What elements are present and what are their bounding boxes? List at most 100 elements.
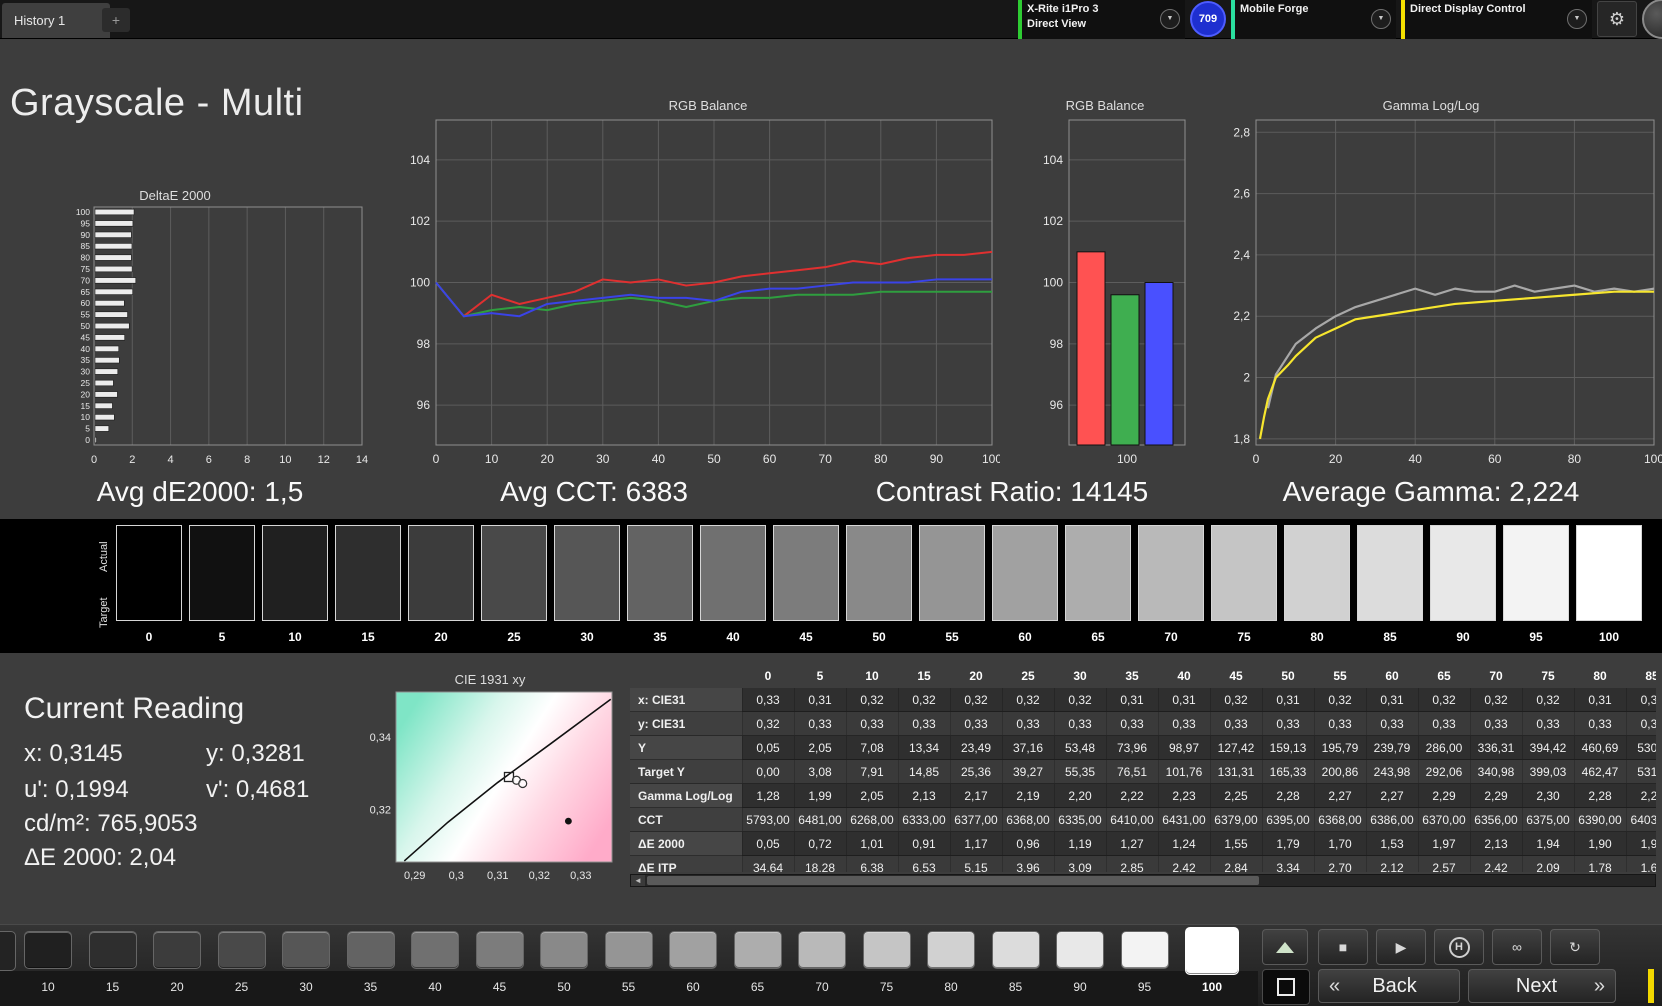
meter-select-button[interactable]: X-Rite i1Pro 3 Direct View ▼ bbox=[1018, 0, 1185, 39]
table-cell: 2,42 bbox=[1470, 856, 1522, 873]
table-cell: 0,31 bbox=[1158, 688, 1210, 712]
grayscale-swatch-95 bbox=[1503, 525, 1569, 621]
level-chip-65[interactable] bbox=[734, 931, 782, 969]
scrollbar-thumb[interactable] bbox=[647, 876, 1259, 885]
level-chip-85[interactable] bbox=[992, 931, 1040, 969]
table-row[interactable]: y: CIE310,320,330,330,330,330,330,330,33… bbox=[630, 712, 1656, 736]
table-cell: 6375,00 bbox=[1522, 808, 1574, 832]
grayscale-swatch-label: 100 bbox=[1599, 630, 1619, 644]
deltae-2000-chart: 0246810121405101520253035404550556065707… bbox=[58, 200, 370, 480]
settings-button[interactable]: ⚙ bbox=[1597, 1, 1637, 37]
level-chip-70[interactable] bbox=[798, 931, 846, 969]
level-chip-35[interactable] bbox=[347, 931, 395, 969]
level-chip-clipped[interactable] bbox=[0, 931, 16, 971]
add-tab-button[interactable]: + bbox=[102, 8, 130, 32]
table-cell: 1,17 bbox=[950, 832, 1002, 856]
table-row[interactable]: CCT5793,006481,006268,006333,006377,0063… bbox=[630, 808, 1656, 832]
table-row[interactable]: Y0,052,057,0813,3423,4937,1653,4873,9698… bbox=[630, 736, 1656, 760]
table-cell: 25,36 bbox=[950, 760, 1002, 784]
pattern-window-button[interactable] bbox=[1262, 969, 1310, 1005]
table-cell: 0,33 bbox=[1262, 712, 1314, 736]
strip-row-label-actual: Actual bbox=[98, 531, 112, 583]
svg-text:12: 12 bbox=[318, 454, 330, 466]
svg-text:80: 80 bbox=[874, 452, 888, 466]
back-button[interactable]: « Back bbox=[1318, 969, 1460, 1003]
table-cell: 0,31 bbox=[1262, 688, 1314, 712]
table-cell: 1,90 bbox=[1574, 832, 1626, 856]
table-cell: 0,31 bbox=[794, 688, 846, 712]
grayscale-swatch-100 bbox=[1576, 525, 1642, 621]
table-cell: 0,32 bbox=[742, 712, 794, 736]
target-colorspace-badge[interactable]: 709 bbox=[1190, 1, 1226, 37]
next-label: Next bbox=[1479, 975, 1594, 998]
level-chip-75[interactable] bbox=[863, 931, 911, 969]
gear-icon: ⚙ bbox=[1609, 9, 1625, 30]
level-chip-60[interactable] bbox=[669, 931, 717, 969]
grayscale-swatch-label: 95 bbox=[1529, 630, 1542, 644]
level-chip-55[interactable] bbox=[605, 931, 653, 969]
table-cell: 0,32 bbox=[1418, 688, 1470, 712]
table-cell: 336,31 bbox=[1470, 736, 1522, 760]
svg-text:90: 90 bbox=[930, 452, 944, 466]
grayscale-swatch-80 bbox=[1284, 525, 1350, 621]
grayscale-swatch-45 bbox=[773, 525, 839, 621]
level-chip-90[interactable] bbox=[1056, 931, 1104, 969]
level-chip-45[interactable] bbox=[476, 931, 524, 969]
table-row[interactable]: Target Y0,003,087,9114,8525,3639,2755,35… bbox=[630, 760, 1656, 784]
svg-text:6: 6 bbox=[206, 454, 212, 466]
level-chip-80[interactable] bbox=[927, 931, 975, 969]
level-chip-label: 10 bbox=[24, 980, 72, 994]
table-cell: 23,49 bbox=[950, 736, 1002, 760]
grayscale-swatch-5 bbox=[189, 525, 255, 621]
table-cell: 2,28 bbox=[1262, 784, 1314, 808]
strip-swatches: 0510152025303540455055606570758085909510… bbox=[116, 525, 1642, 644]
table-cell: 531,4 bbox=[1626, 760, 1656, 784]
level-chip-20[interactable] bbox=[153, 931, 201, 969]
tab-history-1[interactable]: History 1 bbox=[2, 3, 110, 38]
svg-text:70: 70 bbox=[81, 275, 91, 285]
level-chip-95[interactable] bbox=[1121, 931, 1169, 969]
level-chip-50[interactable] bbox=[540, 931, 588, 969]
infinity-button[interactable]: ∞ bbox=[1492, 929, 1542, 965]
table-row[interactable]: x: CIE310,330,310,320,320,320,320,320,31… bbox=[630, 688, 1656, 712]
display-control-accent bbox=[1401, 0, 1405, 39]
svg-text:75: 75 bbox=[81, 264, 91, 274]
expand-up-button[interactable] bbox=[1262, 929, 1308, 965]
table-cell: 34,64 bbox=[742, 856, 794, 873]
current-reading-title: Current Reading bbox=[24, 692, 244, 726]
scrollbar-left-arrow-icon[interactable]: ◄ bbox=[631, 875, 645, 886]
stop-button[interactable]: ■ bbox=[1318, 929, 1368, 965]
table-cell: 73,96 bbox=[1106, 736, 1158, 760]
level-chip-10[interactable] bbox=[24, 931, 72, 969]
round-logo-button[interactable] bbox=[1642, 0, 1662, 39]
h-circle-button[interactable]: H bbox=[1434, 929, 1484, 965]
svg-text:80: 80 bbox=[81, 253, 91, 263]
table-scrollbar[interactable]: ◄ bbox=[630, 874, 1656, 887]
table-row[interactable]: Gamma Log/Log1,281,992,052,132,172,192,2… bbox=[630, 784, 1656, 808]
refresh-button[interactable]: ↻ bbox=[1550, 929, 1600, 965]
table-cell: 37,16 bbox=[1002, 736, 1054, 760]
table-row-label: ΔE ITP bbox=[630, 856, 742, 873]
table-row[interactable]: ΔE 20000,050,721,010,911,170,961,191,271… bbox=[630, 832, 1656, 856]
svg-text:30: 30 bbox=[596, 452, 610, 466]
level-chip-100[interactable] bbox=[1185, 927, 1239, 975]
table-cell: 2,70 bbox=[1314, 856, 1366, 873]
level-chip-30[interactable] bbox=[282, 931, 330, 969]
level-chip-25[interactable] bbox=[218, 931, 266, 969]
next-button[interactable]: Next » bbox=[1468, 969, 1616, 1003]
grayscale-swatch-25 bbox=[481, 525, 547, 621]
table-cell: 1,67 bbox=[1626, 856, 1656, 873]
level-chip-label: 30 bbox=[282, 980, 330, 994]
table-cell: 0,32 bbox=[1314, 688, 1366, 712]
table-row[interactable]: ΔE ITP34,6418,286,386,535,153,963,092,85… bbox=[630, 856, 1656, 873]
svg-text:2: 2 bbox=[1243, 371, 1250, 385]
table-cell: 0,31 bbox=[1106, 688, 1158, 712]
svg-text:1,8: 1,8 bbox=[1233, 432, 1250, 446]
play-button[interactable]: ▶ bbox=[1376, 929, 1426, 965]
display-control-select-button[interactable]: Direct Display Control ▼ bbox=[1401, 0, 1592, 39]
source-select-button[interactable]: Mobile Forge ▼ bbox=[1231, 0, 1396, 39]
table-cell: 286,00 bbox=[1418, 736, 1470, 760]
svg-text:98: 98 bbox=[417, 337, 431, 351]
level-chip-40[interactable] bbox=[411, 931, 459, 969]
level-chip-15[interactable] bbox=[89, 931, 137, 969]
